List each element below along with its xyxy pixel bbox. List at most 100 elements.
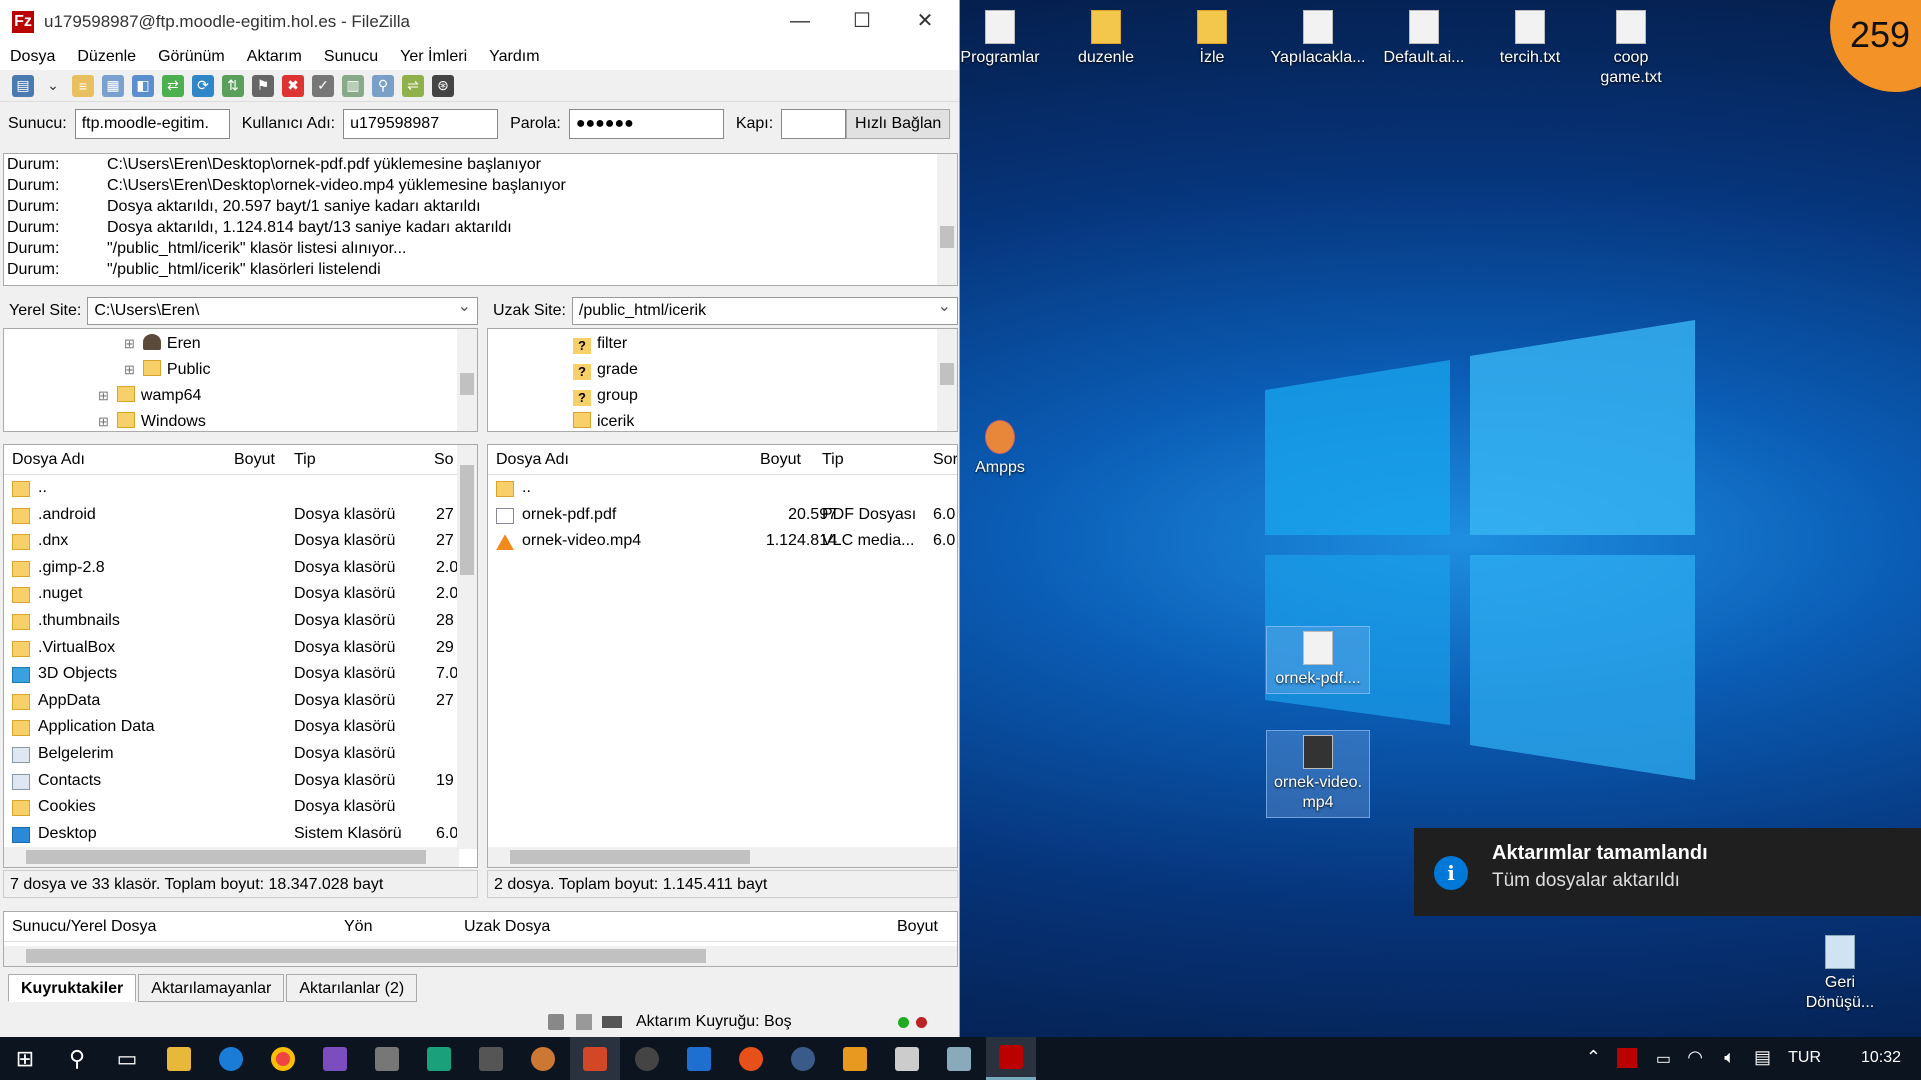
task-view-button[interactable]: ▭ bbox=[102, 1037, 152, 1080]
table-row[interactable]: .nuget Dosya klasörü 2.0 bbox=[4, 581, 477, 608]
tree-item[interactable]: ⊞ Eren bbox=[4, 331, 477, 357]
desktop-icon-izle[interactable]: İzle bbox=[1157, 10, 1267, 68]
transfer-queue[interactable]: Sunucu/Yerel Dosya Yön Uzak Dosya Boyut bbox=[3, 911, 958, 967]
table-row[interactable]: .thumbnails Dosya klasörü 28 bbox=[4, 608, 477, 635]
remote-list-hscrollbar[interactable] bbox=[488, 847, 957, 867]
search-icon[interactable]: ⊛ bbox=[432, 74, 454, 97]
tab-failed[interactable]: Aktarılamayanlar bbox=[138, 974, 285, 1002]
reconnect-icon[interactable]: ▥ bbox=[342, 74, 364, 97]
col-name[interactable]: Dosya Adı bbox=[496, 445, 569, 475]
flag-icon[interactable]: ⚑ bbox=[252, 74, 274, 97]
tab-queued[interactable]: Kuyruktakiler bbox=[8, 974, 137, 1002]
taskbar-app[interactable] bbox=[882, 1037, 932, 1080]
minimize-button[interactable]: — bbox=[775, 6, 825, 36]
expand-icon[interactable]: ⊞ bbox=[124, 362, 135, 377]
table-row[interactable]: .gimp-2.8 Dosya klasörü 2.0 bbox=[4, 555, 477, 582]
local-list-hscrollbar[interactable] bbox=[4, 847, 459, 867]
remote-site-path[interactable]: /public_html/icerik bbox=[571, 294, 958, 325]
transfer-queue-toggle-icon[interactable]: ⇄ bbox=[162, 74, 184, 97]
language-indicator[interactable]: TUR bbox=[1788, 1049, 1821, 1067]
desktop-icon-default-ai[interactable]: Default.ai... bbox=[1369, 10, 1479, 68]
menu-gorunum[interactable]: Görünüm bbox=[158, 48, 225, 66]
taskbar-app[interactable] bbox=[414, 1037, 464, 1080]
table-row[interactable]: ornek-video.mp4 1.124.814 VLC media... 6.0 bbox=[488, 528, 957, 555]
taskbar-app[interactable] bbox=[674, 1037, 724, 1080]
tree-item[interactable]: ? filter bbox=[488, 331, 957, 357]
local-list-scrollbar[interactable] bbox=[457, 445, 477, 849]
chevron-down-icon[interactable]: ⌄ bbox=[42, 74, 64, 97]
expand-icon[interactable]: ⊞ bbox=[98, 388, 109, 403]
start-button[interactable]: ⊞ bbox=[0, 1037, 50, 1080]
desktop-icon-ornek-pdf[interactable]: ornek-pdf.... bbox=[1266, 626, 1370, 694]
table-row[interactable]: Belgelerim Dosya klasörü bbox=[4, 741, 477, 768]
tree-item[interactable]: ? group bbox=[488, 383, 957, 409]
col-type[interactable]: Tip bbox=[294, 445, 316, 475]
desktop-icon-tercih[interactable]: tercih.txt bbox=[1475, 10, 1585, 68]
site-manager-icon[interactable]: ▤ bbox=[12, 74, 34, 97]
table-row[interactable]: Desktop Sistem Klasörü 6.0 bbox=[4, 821, 477, 848]
expand-icon[interactable]: ⊞ bbox=[124, 336, 135, 351]
desktop-icon-recycle-bin[interactable]: Geri Dönüşü... bbox=[1790, 935, 1890, 1013]
taskbar-explorer[interactable] bbox=[154, 1037, 204, 1080]
col-remote-file[interactable]: Uzak Dosya bbox=[464, 912, 550, 942]
disconnect-icon[interactable]: ✓ bbox=[312, 74, 334, 97]
local-site-path[interactable]: C:\Users\Eren\ bbox=[87, 294, 478, 325]
menu-sunucu[interactable]: Sunucu bbox=[324, 48, 378, 66]
desktop-icon-ornek-video[interactable]: ornek-video. mp4 bbox=[1266, 730, 1370, 818]
quickconnect-button[interactable]: Hızlı Bağlan bbox=[846, 109, 951, 139]
clock[interactable]: 10:32 bbox=[1861, 1049, 1901, 1067]
table-row[interactable]: .. bbox=[488, 475, 957, 502]
taskbar-steam[interactable] bbox=[778, 1037, 828, 1080]
maximize-button[interactable]: ☐ bbox=[837, 6, 887, 36]
filezilla-tray-icon[interactable] bbox=[1617, 1048, 1637, 1068]
table-row[interactable]: .. bbox=[4, 475, 477, 502]
col-direction[interactable]: Yön bbox=[344, 912, 372, 942]
tree-item[interactable]: ⊞ Windows bbox=[4, 409, 477, 431]
chevron-up-icon[interactable]: ⌃ bbox=[1586, 1047, 1601, 1068]
taskbar-app[interactable] bbox=[934, 1037, 984, 1080]
sync-browsing-icon[interactable]: ⇌ bbox=[402, 74, 424, 97]
menu-duzenle[interactable]: Düzenle bbox=[77, 48, 136, 66]
desktop-icon-programlar[interactable]: Programlar bbox=[945, 10, 1055, 68]
password-input[interactable] bbox=[568, 109, 724, 139]
menu-yardim[interactable]: Yardım bbox=[489, 48, 539, 66]
battery-icon[interactable]: ▭ bbox=[1656, 1049, 1671, 1069]
remote-tree-toggle-icon[interactable]: ◧ bbox=[132, 74, 154, 97]
taskbar-app[interactable] bbox=[362, 1037, 412, 1080]
close-button[interactable]: ✕ bbox=[900, 6, 950, 36]
refresh-icon[interactable]: ⟳ bbox=[192, 74, 214, 97]
taskbar-app[interactable] bbox=[622, 1037, 672, 1080]
taskbar-chrome[interactable] bbox=[258, 1037, 308, 1080]
process-queue-icon[interactable]: ⇅ bbox=[222, 74, 244, 97]
table-row[interactable]: .android Dosya klasörü 27 bbox=[4, 502, 477, 529]
taskbar-app[interactable] bbox=[726, 1037, 776, 1080]
menu-dosya[interactable]: Dosya bbox=[10, 48, 55, 66]
port-input[interactable] bbox=[781, 109, 847, 139]
tree-item[interactable]: icerik bbox=[488, 409, 957, 431]
cancel-icon[interactable]: ✖ bbox=[282, 74, 304, 97]
search-button[interactable]: ⚲ bbox=[52, 1037, 102, 1080]
desktop-icon-yapilacaklar[interactable]: Yapılacakla... bbox=[1263, 10, 1373, 68]
col-size[interactable]: Boyut bbox=[234, 445, 275, 475]
remote-file-list[interactable]: Dosya Adı Boyut Tip Sor .. ornek-pdf.pdf 2… bbox=[487, 444, 958, 868]
log-scrollbar[interactable] bbox=[937, 154, 957, 285]
queue-hscrollbar[interactable] bbox=[4, 946, 957, 966]
tree-item[interactable]: ⊞ Public bbox=[4, 357, 477, 383]
notification-toast[interactable]: i Aktarımlar tamamlandı Tüm dosyalar akt… bbox=[1414, 828, 1921, 916]
menu-yer-imleri[interactable]: Yer İmleri bbox=[400, 48, 467, 66]
expand-icon[interactable]: ⊞ bbox=[98, 414, 109, 429]
table-row[interactable]: ornek-pdf.pdf 20.597 PDF Dosyası 6.0 bbox=[488, 502, 957, 529]
taskbar-filezilla[interactable] bbox=[986, 1037, 1036, 1080]
table-row[interactable]: .dnx Dosya klasörü 27 bbox=[4, 528, 477, 555]
col-size[interactable]: Boyut bbox=[897, 912, 938, 942]
table-row[interactable]: AppData Dosya klasörü 27 bbox=[4, 688, 477, 715]
notification-icon[interactable]: ▤ bbox=[1754, 1047, 1771, 1068]
taskbar-app[interactable] bbox=[830, 1037, 880, 1080]
taskbar-app[interactable] bbox=[466, 1037, 516, 1080]
col-server-local[interactable]: Sunucu/Yerel Dosya bbox=[12, 912, 156, 942]
table-row[interactable]: .VirtualBox Dosya klasörü 29 bbox=[4, 635, 477, 662]
taskbar-edge[interactable] bbox=[206, 1037, 256, 1080]
filter-icon[interactable]: ⚲ bbox=[372, 74, 394, 97]
col-size[interactable]: Boyut bbox=[760, 445, 801, 475]
remote-directory-tree[interactable]: ? filter? grade? group icerik bbox=[487, 328, 958, 432]
